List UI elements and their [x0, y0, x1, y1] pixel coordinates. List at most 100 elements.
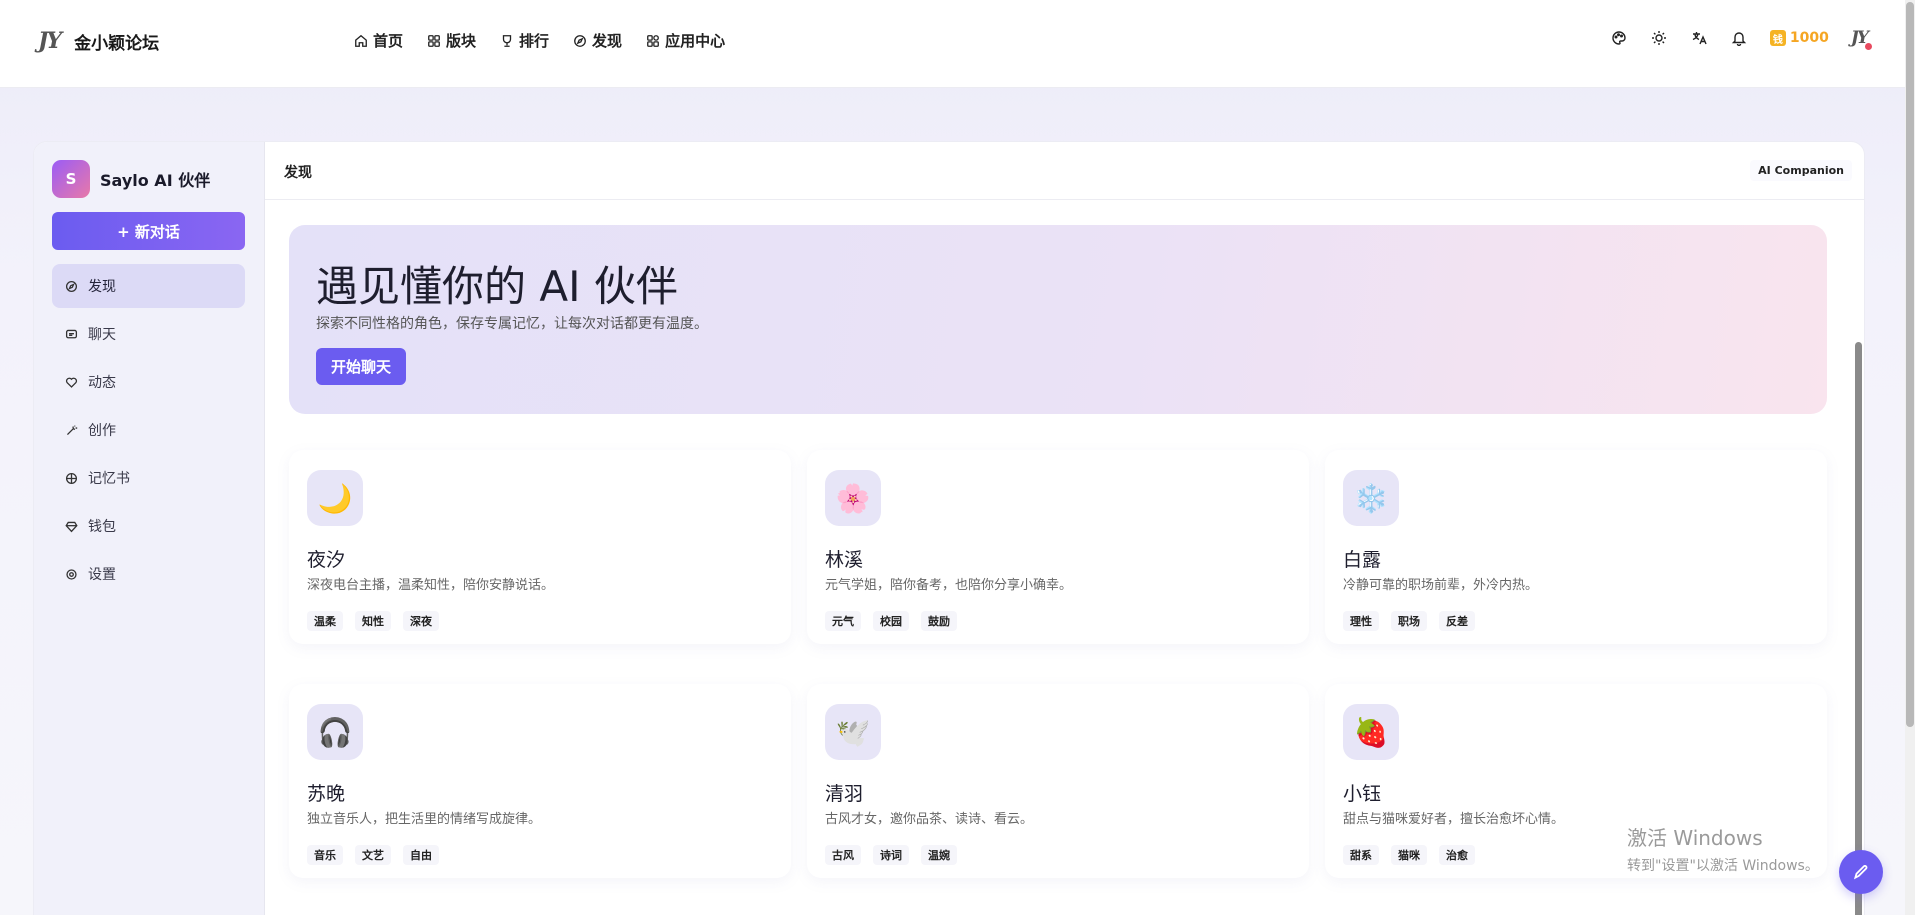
sidebar-item-label: 钱包 [88, 519, 116, 535]
moon-icon: 🌙 [307, 470, 363, 526]
sidebar-item-memory-book[interactable]: 记忆书 [52, 456, 245, 500]
apps-icon [647, 34, 659, 47]
sidebar-item-label: 聊天 [88, 327, 116, 343]
menu-label: 应用中心 [665, 32, 726, 50]
page-scrollbar-thumb[interactable] [1906, 2, 1914, 727]
menu-label: 发现 [592, 32, 623, 50]
character-card[interactable]: 🌸 林溪 元气学姐，陪你备考，也陪你分享小确幸。 元气 校园 鼓励 [807, 450, 1309, 644]
coin-amount: 1000 [1789, 30, 1829, 46]
app-title: Saylo AI 伙伴 [100, 171, 211, 190]
theme-palette-button[interactable] [1610, 29, 1628, 47]
sidebar-item-label: 设置 [88, 567, 116, 583]
sidebar-item-create[interactable]: 创作 [52, 408, 245, 452]
menu-item-rank[interactable]: 排行 [500, 30, 549, 51]
headphones-icon: 🎧 [307, 704, 363, 760]
tag: 元气 [825, 611, 861, 631]
main-content: 发现 AI Companion 遇见懂你的 AI 伙伴 探索不同性格的角色，保存… [265, 142, 1864, 915]
brand[interactable]: JY 金小颖论坛 [38, 28, 159, 54]
home-icon [355, 34, 367, 47]
coin-icon: 钱 [1769, 30, 1786, 46]
trophy-icon [502, 34, 512, 47]
wand-icon [66, 425, 78, 435]
tag: 文艺 [355, 845, 391, 865]
grid-icon [428, 34, 440, 47]
watermark-subtitle: 转到"设置"以激活 Windows。 [1627, 858, 1819, 874]
menu-item-home[interactable]: 首页 [354, 30, 403, 51]
blossom-icon: 🌸 [825, 470, 881, 526]
sidebar-item-feed[interactable]: 动态 [52, 360, 245, 404]
menu-item-boards[interactable]: 版块 [427, 30, 476, 51]
light-mode-button[interactable] [1650, 29, 1668, 47]
start-chat-button[interactable]: 开始聊天 [316, 348, 407, 385]
sidebar-item-discover[interactable]: 发现 [52, 264, 245, 308]
character-tags: 理性 职场 反差 [1343, 611, 1475, 631]
gear-icon [66, 568, 77, 580]
tag: 温柔 [307, 611, 343, 631]
character-name: 夜汐 [307, 549, 346, 571]
heart-icon [65, 377, 78, 388]
character-tags: 温柔 知性 深夜 [307, 611, 439, 631]
tag: 反差 [1439, 611, 1475, 631]
character-desc: 深夜电台主播，温柔知性，陪你安静说话。 [307, 578, 555, 593]
sidebar-item-label: 创作 [88, 423, 116, 439]
sun-icon [1651, 31, 1666, 45]
character-card[interactable]: 🌙 夜汐 深夜电台主播，温柔知性，陪你安静说话。 温柔 知性 深夜 [289, 450, 791, 644]
page-scrollbar[interactable] [1905, 0, 1915, 915]
sidebar-item-label: 发现 [88, 279, 116, 295]
chat-icon [65, 329, 78, 338]
user-avatar[interactable]: JY [1851, 28, 1873, 51]
notification-button[interactable] [1730, 29, 1748, 47]
menu-label: 首页 [373, 32, 404, 50]
character-name: 清羽 [825, 783, 864, 805]
hero-banner: 遇见懂你的 AI 伙伴 探索不同性格的角色，保存专属记忆，让每次对话都更有温度。… [289, 225, 1827, 414]
character-tags: 元气 校园 鼓励 [825, 611, 957, 631]
tag: 甜系 [1343, 845, 1379, 865]
sidebar: S Saylo AI 伙伴 + 新对话 发现 聊天 动态 创作 记忆书 钱包 设… [34, 142, 265, 915]
page-title: 发现 [284, 165, 312, 181]
strawberry-icon: 🍓 [1343, 704, 1399, 760]
palette-icon [1612, 31, 1626, 45]
sidebar-item-label: 动态 [88, 375, 116, 391]
sidebar-item-chat[interactable]: 聊天 [52, 312, 245, 356]
character-desc: 元气学姐，陪你备考，也陪你分享小确幸。 [825, 578, 1073, 593]
new-chat-button[interactable]: + 新对话 [52, 212, 245, 250]
compose-button[interactable] [1839, 850, 1883, 894]
character-card[interactable]: ❄️ 白露 冷静可靠的职场前辈，外冷内热。 理性 职场 反差 [1325, 450, 1827, 644]
tag: 猫咪 [1391, 845, 1427, 865]
language-button[interactable] [1690, 29, 1708, 47]
hero-title: 遇见懂你的 AI 伙伴 [316, 262, 678, 311]
menu-item-discover[interactable]: 发现 [573, 30, 622, 51]
tag: 温婉 [921, 845, 957, 865]
menu-label: 排行 [519, 32, 550, 50]
sidebar-item-wallet[interactable]: 钱包 [52, 504, 245, 548]
character-name: 白露 [1343, 549, 1382, 571]
site-name[interactable]: 金小颖论坛 [74, 29, 159, 54]
main-menu: 首页 版块 排行 发现 应用中心 [354, 30, 725, 51]
content-scrollbar-thumb[interactable] [1855, 342, 1862, 915]
content-scrollbar[interactable] [1855, 342, 1862, 915]
character-name: 小钰 [1343, 783, 1382, 805]
character-card[interactable]: 🎧 苏晚 独立音乐人，把生活里的情绪写成旋律。 音乐 文艺 自由 [289, 684, 791, 878]
app-shell: S Saylo AI 伙伴 + 新对话 发现 聊天 动态 创作 记忆书 钱包 设… [33, 141, 1865, 915]
character-card[interactable]: 🕊️ 清羽 古风才女，邀你品茶、读诗、看云。 古风 诗词 温婉 [807, 684, 1309, 878]
sidebar-item-settings[interactable]: 设置 [52, 552, 245, 596]
tag: 知性 [355, 611, 391, 631]
character-desc: 冷静可靠的职场前辈，外冷内热。 [1343, 578, 1539, 593]
top-navbar: JY 金小颖论坛 首页 版块 排行 发现 应用中心 钱 1000 JY [0, 0, 1915, 88]
coin-balance[interactable]: 钱 1000 [1769, 30, 1829, 46]
tag: 诗词 [873, 845, 909, 865]
sidebar-nav: 发现 聊天 动态 创作 记忆书 钱包 设置 [52, 264, 245, 600]
compass-icon [65, 280, 78, 292]
status-dot [1864, 42, 1873, 51]
menu-item-apps[interactable]: 应用中心 [646, 30, 725, 51]
site-logo[interactable]: JY [38, 28, 62, 54]
character-name: 林溪 [825, 549, 864, 571]
sidebar-header: S Saylo AI 伙伴 [52, 160, 210, 198]
book-icon [65, 472, 78, 484]
tag: 音乐 [307, 845, 343, 865]
tag: 校园 [873, 611, 909, 631]
translate-icon [1692, 32, 1707, 45]
character-tags: 古风 诗词 温婉 [825, 845, 957, 865]
snowflake-icon: ❄️ [1343, 470, 1399, 526]
character-name: 苏晚 [307, 783, 346, 805]
